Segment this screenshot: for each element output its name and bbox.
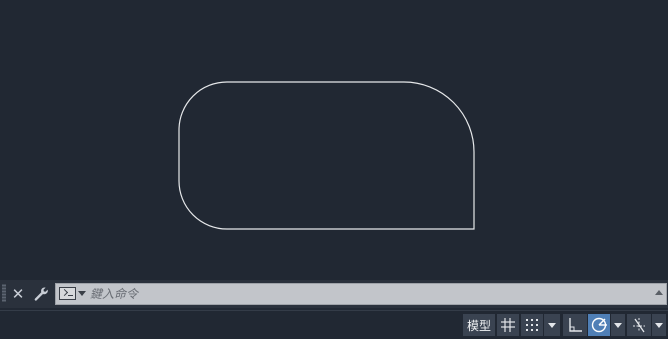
command-line-bar: ✕ <box>0 280 668 308</box>
snap-icon <box>526 319 538 331</box>
chevron-down-icon <box>614 322 622 328</box>
grip-icon[interactable] <box>2 284 6 302</box>
polar-tracking-icon <box>591 317 607 333</box>
grid-icon <box>501 318 515 332</box>
drawing-svg <box>178 81 475 230</box>
polar-tracking-toggle-button[interactable] <box>588 314 610 336</box>
status-bar: 模型 <box>0 310 668 339</box>
ortho-icon <box>569 318 582 332</box>
drawing-canvas[interactable] <box>0 0 668 280</box>
ortho-toggle-button[interactable] <box>563 314 587 336</box>
chevron-up-icon[interactable] <box>655 290 663 295</box>
wrench-icon <box>34 287 48 301</box>
command-input-box <box>55 283 667 305</box>
chevron-down-icon <box>548 322 556 328</box>
snap-toggle-button[interactable] <box>521 314 543 336</box>
rounded-rectangle-shape[interactable] <box>178 81 475 230</box>
grid-toggle-button[interactable] <box>497 314 519 336</box>
chevron-down-icon[interactable] <box>78 291 86 296</box>
polar-tracking-dropdown-button[interactable] <box>611 314 625 336</box>
model-tab-label: 模型 <box>466 318 491 333</box>
close-command-line-button[interactable]: ✕ <box>9 284 27 304</box>
command-prompt-icon[interactable] <box>59 287 76 300</box>
customize-button[interactable] <box>31 284 51 304</box>
snap-dropdown-button[interactable] <box>544 314 560 336</box>
close-icon: ✕ <box>11 285 25 303</box>
object-snap-tracking-icon <box>633 318 645 333</box>
chevron-down-icon <box>655 322 663 328</box>
model-tab[interactable]: 模型 <box>463 314 495 336</box>
command-input[interactable] <box>90 284 650 304</box>
object-snap-tracking-dropdown-button[interactable] <box>652 314 666 336</box>
object-snap-tracking-toggle-button[interactable] <box>627 314 651 336</box>
